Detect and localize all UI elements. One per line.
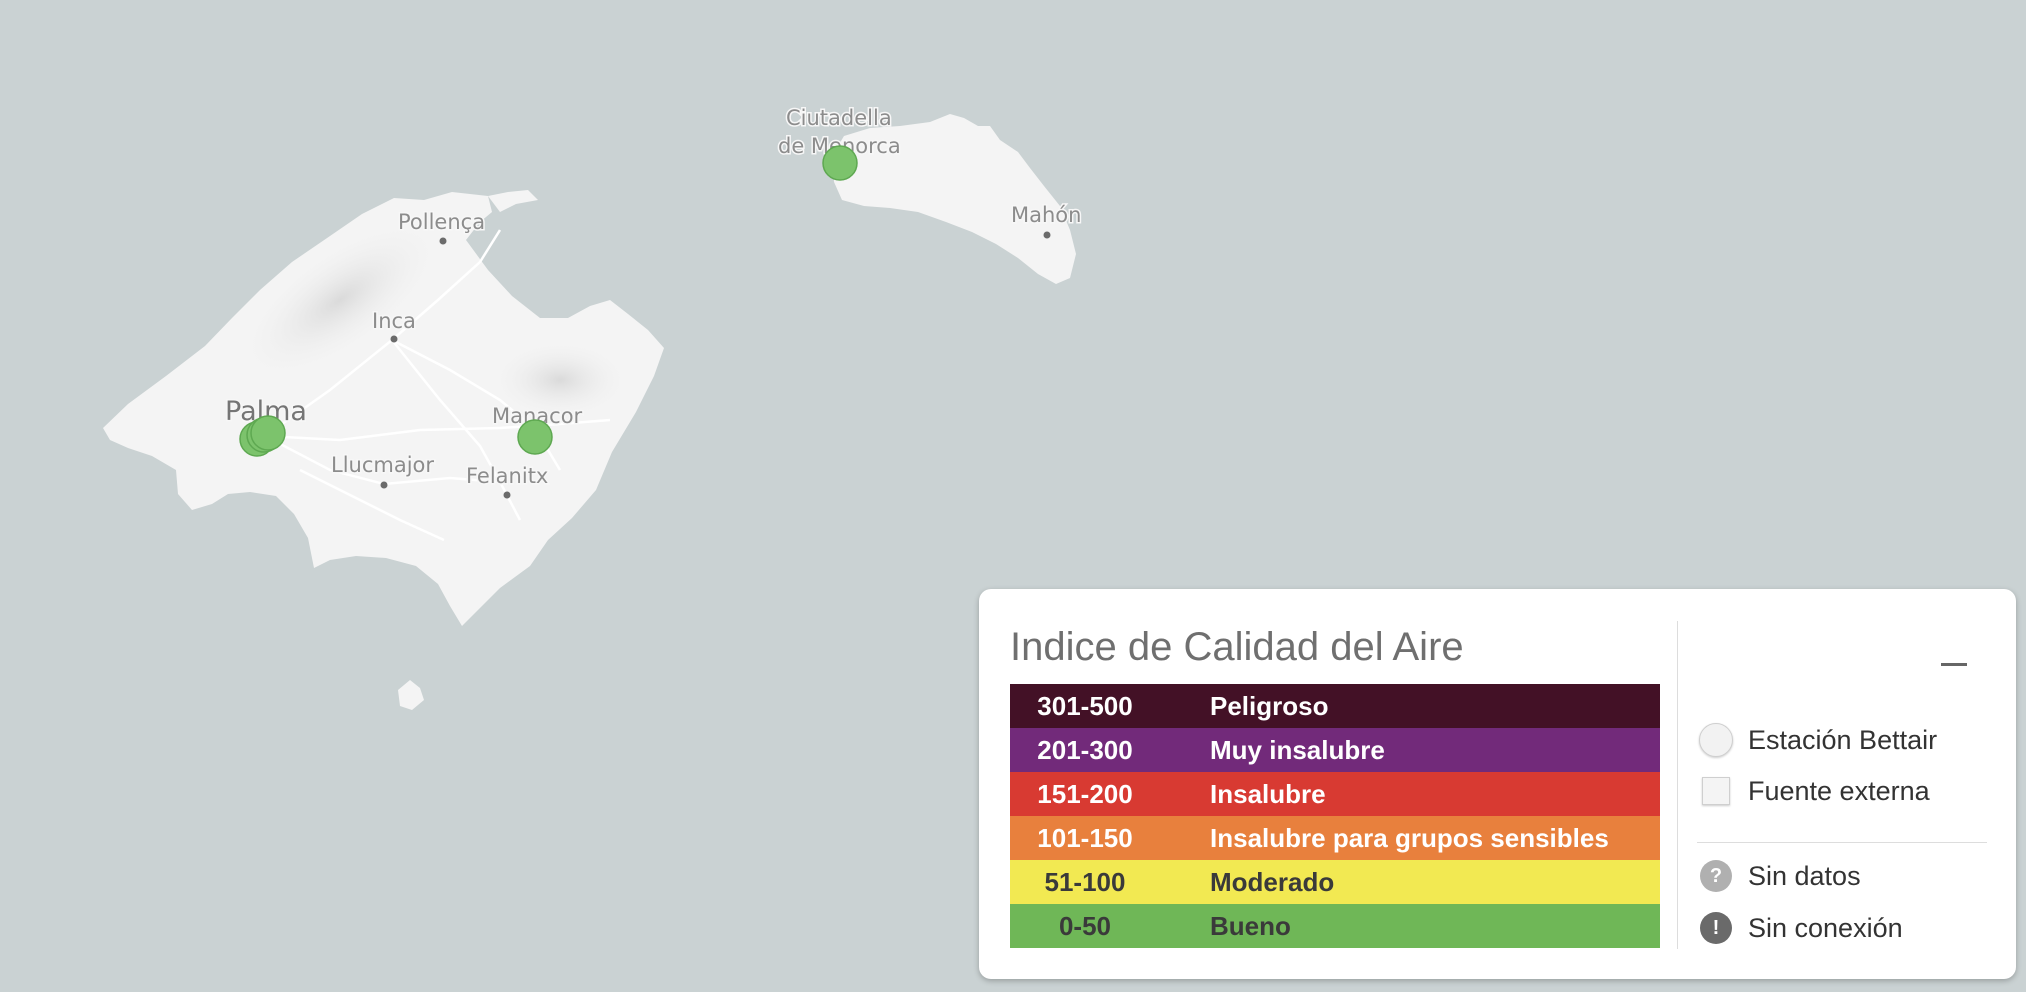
aqi-row: 201-300 Muy insalubre: [1010, 728, 1660, 772]
station-marker-manacor[interactable]: [517, 419, 553, 455]
minimize-button[interactable]: [1929, 644, 1979, 684]
square-icon: [1702, 777, 1730, 805]
key-fuente-externa: Fuente externa: [1699, 774, 1930, 808]
key-label: Sin conexión: [1748, 912, 1903, 943]
aqi-range: 0-50: [1058, 910, 1112, 941]
aqi-label: Bueno: [1210, 910, 1291, 941]
station-marker-ciutadella[interactable]: [822, 145, 858, 181]
aqi-legend-panel: Indice de Calidad del Aire 301-500 Peligr…: [979, 589, 2016, 979]
aqi-range: 51-100: [1044, 866, 1126, 897]
aqi-row: 301-500 Peligroso: [1010, 684, 1660, 728]
key-label: Fuente externa: [1748, 775, 1930, 806]
place-inca: Inca: [372, 309, 416, 333]
key-label: Sin datos: [1748, 860, 1861, 891]
key-sin-conexion: ! Sin conexión: [1699, 911, 1903, 945]
minimize-icon: [1941, 662, 1967, 666]
place-pollenca: Pollença: [398, 210, 485, 234]
aqi-label: Insalubre: [1210, 778, 1326, 809]
circle-icon: [1699, 723, 1733, 757]
station-marker-palma-3[interactable]: [250, 415, 286, 451]
aqi-range: 301-500: [1037, 690, 1133, 721]
key-sin-datos: ? Sin datos: [1699, 859, 1861, 893]
key-label: Estación Bettair: [1748, 724, 1938, 755]
place-llucmajor: Llucmajor: [331, 453, 434, 477]
mahon-dot: [1043, 231, 1051, 239]
aqi-label: Insalubre para grupos sensibles: [1210, 822, 1609, 853]
pollenca-dot: [439, 237, 447, 245]
question-icon: ?: [1700, 860, 1732, 892]
aqi-row: 51-100 Moderado: [1010, 860, 1660, 904]
aqi-label: Moderado: [1210, 866, 1335, 897]
aqi-range: 201-300: [1037, 734, 1133, 765]
aqi-label: Peligroso: [1210, 690, 1329, 721]
inca-dot: [390, 335, 398, 343]
aqi-row: 0-50 Bueno: [1010, 904, 1660, 948]
legend-divider: [1677, 621, 1678, 949]
aqi-scale-table: 301-500 Peligroso 201-300 Muy insalubre 151-…: [1010, 684, 1660, 948]
place-ciutadella-line1: Ciutadella: [786, 106, 892, 130]
aqi-range: 151-200: [1037, 778, 1133, 809]
aqi-label: Muy insalubre: [1210, 734, 1385, 765]
aqi-row: 101-150 Insalubre para grupos sensibles: [1010, 816, 1660, 860]
llucmajor-dot: [380, 481, 388, 489]
aqi-range: 101-150: [1037, 822, 1133, 853]
legend-title: Indice de Calidad del Aire: [1010, 625, 1464, 669]
felanitx-dot: [503, 491, 511, 499]
aqi-row: 151-200 Insalubre: [1010, 772, 1660, 816]
place-felanitx: Felanitx: [466, 464, 548, 488]
exclamation-icon: !: [1700, 912, 1732, 944]
place-mahon: Mahón: [1011, 203, 1081, 227]
key-estacion-bettair: Estación Bettair: [1699, 723, 1937, 757]
key-divider: [1697, 842, 1987, 843]
